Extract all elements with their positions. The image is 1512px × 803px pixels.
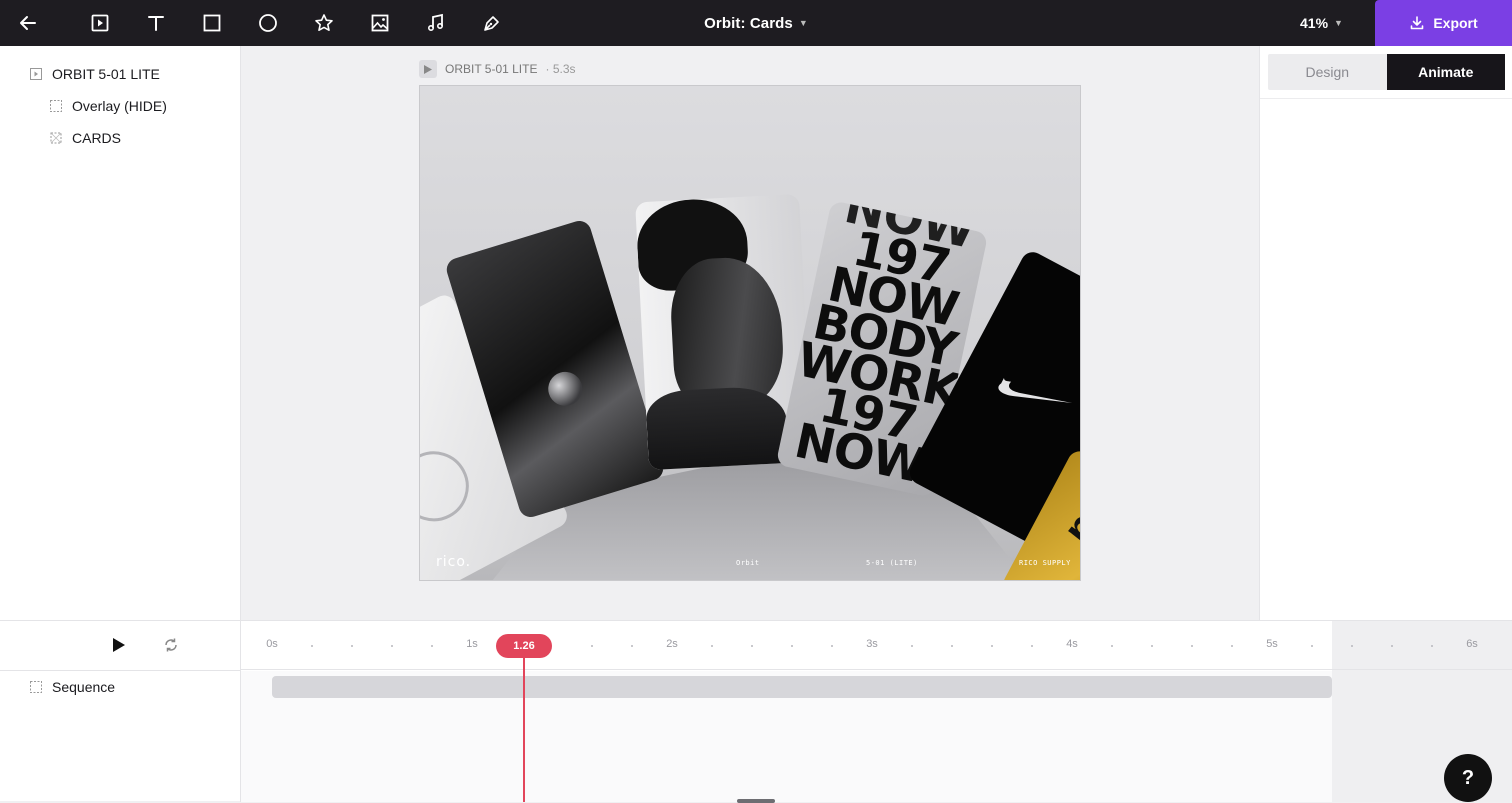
ruler-tick: 4s (1066, 638, 1078, 650)
play-icon[interactable] (112, 637, 126, 658)
ruler-dot (1351, 645, 1353, 647)
track-sequence[interactable]: Sequence (30, 679, 115, 695)
layer-label: Overlay (HIDE) (72, 98, 167, 114)
ruler-dot (951, 645, 953, 647)
ruler-dot (1191, 645, 1193, 647)
swoosh-logo-icon (998, 378, 1073, 404)
divider (1260, 98, 1512, 99)
ruler-dot (711, 645, 713, 647)
frame-label[interactable]: ORBIT 5-01 LITE · 5.3s (419, 60, 576, 78)
layer-orbit-frame[interactable]: ORBIT 5-01 LITE (30, 66, 160, 82)
ruler-tick: 5s (1266, 638, 1278, 650)
ruler-tick: 6s (1466, 638, 1478, 650)
star-tool-icon[interactable] (310, 9, 338, 37)
group-icon (50, 132, 62, 144)
ruler-dot (1031, 645, 1033, 647)
sequence-clip[interactable] (272, 676, 1332, 698)
ruler-dot (631, 645, 633, 647)
audio-tool-icon[interactable] (422, 9, 450, 37)
ruler-dot (1151, 645, 1153, 647)
zoom-dropdown[interactable]: 41% ▼ (1300, 0, 1343, 46)
back-arrow-icon[interactable] (14, 9, 42, 37)
ruler-dot (1391, 645, 1393, 647)
ring-graphic (420, 438, 482, 534)
poster-footer-item: Orbit (736, 559, 760, 567)
artboard-frame[interactable]: NOW 197 NOW BODY WORK 197 NOW no rico. O… (419, 85, 1081, 581)
ruler-dot (1111, 645, 1113, 647)
portrait-shoulders (645, 384, 790, 471)
divider (0, 670, 241, 671)
chevron-down-icon: ▼ (798, 18, 808, 28)
ruler-tick: 1s (466, 638, 478, 650)
ruler-dot (751, 645, 753, 647)
inspector-tabs: Design Animate (1268, 54, 1505, 90)
ruler-dot (991, 645, 993, 647)
ruler-dot (911, 645, 913, 647)
sphere-graphic (544, 367, 587, 411)
help-button[interactable]: ? (1444, 754, 1492, 802)
export-button[interactable]: Export (1375, 0, 1512, 46)
ruler-dot (431, 645, 433, 647)
ruler-dot (1231, 645, 1233, 647)
timeline-controls: Sequence (0, 621, 241, 802)
ruler-dot (831, 645, 833, 647)
ruler-tick: 3s (866, 638, 878, 650)
layer-cards[interactable]: CARDS (50, 130, 121, 146)
tab-animate[interactable]: Animate (1386, 54, 1505, 90)
download-icon (1411, 16, 1424, 30)
canvas-area[interactable]: ORBIT 5-01 LITE · 5.3s NOW 197 NOW BODY (241, 46, 1259, 621)
document-title-area: Orbit: Cards ▼ (0, 0, 1512, 46)
layer-label: ORBIT 5-01 LITE (52, 66, 160, 82)
ruler-tick: 2s (666, 638, 678, 650)
ruler-dot (391, 645, 393, 647)
ruler-dot (1431, 645, 1433, 647)
inspector-panel: Design Animate (1259, 46, 1512, 621)
image-tool-icon[interactable] (366, 9, 394, 37)
frame-icon (30, 68, 42, 80)
tab-design[interactable]: Design (1268, 54, 1387, 90)
pen-tool-icon[interactable] (478, 9, 506, 37)
playhead-line (523, 658, 525, 802)
poster-footer-item: 5-01 (LITE) (866, 559, 918, 567)
playhead-handle[interactable]: 1.26 (496, 634, 552, 658)
document-title-button[interactable]: Orbit: Cards ▼ (704, 15, 808, 32)
dashed-frame-icon (30, 681, 42, 693)
ruler-dot (311, 645, 313, 647)
ruler-tick: 0s (266, 638, 278, 650)
yellow-card-text: no (1053, 481, 1081, 554)
top-toolbar: Orbit: Cards ▼ 41% ▼ Export (0, 0, 1512, 46)
play-icon[interactable] (419, 60, 437, 78)
chevron-down-icon: ▼ (1334, 18, 1343, 28)
frame-duration: · 5.3s (545, 62, 576, 76)
dashed-frame-icon (50, 100, 62, 112)
ellipse-tool-icon[interactable] (254, 9, 282, 37)
document-title: Orbit: Cards (704, 14, 793, 32)
poster-footer-item: RICO SUPPLY (1019, 559, 1071, 567)
zoom-level: 41% (1300, 15, 1329, 31)
frame-name: ORBIT 5-01 LITE (445, 62, 538, 76)
track-label: Sequence (52, 679, 116, 695)
ruler-dot (1311, 645, 1313, 647)
ruler-dot (351, 645, 353, 647)
timeline-panel: Sequence 0s 1s 2s 3s 4s 5s 6s 1.26 ? (0, 620, 1512, 803)
layers-panel: ORBIT 5-01 LITE Overlay (HIDE) CARDS (0, 46, 241, 621)
layer-overlay[interactable]: Overlay (HIDE) (50, 98, 167, 114)
text-tool-icon[interactable] (142, 9, 170, 37)
ruler-dot (591, 645, 593, 647)
layer-label: CARDS (72, 130, 122, 146)
scroll-handle[interactable] (737, 799, 775, 803)
export-label: Export (1433, 15, 1478, 31)
loop-icon[interactable] (163, 637, 179, 658)
ruler-dot (791, 645, 793, 647)
poster-logo: rico. (436, 554, 472, 570)
rectangle-tool-icon[interactable] (198, 9, 226, 37)
video-frame-icon[interactable] (86, 9, 114, 37)
